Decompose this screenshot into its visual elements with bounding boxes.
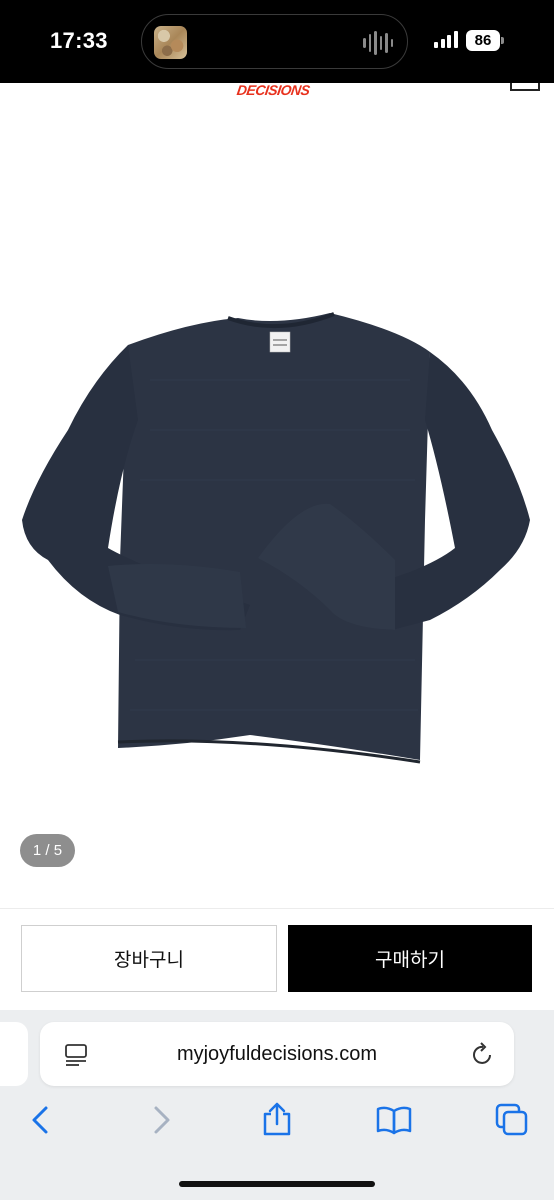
reload-icon[interactable]	[470, 1042, 496, 1068]
tabs-icon[interactable]	[494, 1102, 530, 1138]
audio-waveform-icon	[363, 30, 393, 56]
address-bar[interactable]: myjoyfuldecisions.com	[40, 1022, 514, 1086]
status-bar: 17:33 86	[0, 0, 554, 83]
image-counter: 1 / 5	[20, 834, 75, 867]
brand-logo[interactable]: DECISIONS	[236, 82, 311, 98]
bookmarks-icon[interactable]	[376, 1102, 412, 1138]
status-time: 17:33	[50, 28, 108, 53]
battery-icon: 86	[466, 30, 500, 51]
share-icon[interactable]	[259, 1102, 295, 1138]
battery-cap	[501, 37, 504, 44]
previous-tab-preview[interactable]	[0, 1022, 28, 1086]
add-to-cart-button[interactable]: 장바구니	[21, 925, 277, 992]
sweater-label-tag	[269, 331, 291, 353]
purchase-action-bar: 장바구니 구매하기	[0, 908, 554, 1010]
now-playing-artwork-icon	[154, 26, 187, 59]
cellular-signal-icon	[434, 31, 458, 48]
battery-level: 86	[474, 32, 492, 49]
forward-icon[interactable]	[142, 1102, 178, 1138]
back-icon[interactable]	[24, 1102, 60, 1138]
home-indicator[interactable]	[179, 1181, 375, 1187]
menu-icon[interactable]	[510, 83, 540, 91]
dynamic-island[interactable]	[141, 14, 408, 69]
product-photo[interactable]	[0, 290, 554, 790]
browser-toolbar: myjoyfuldecisions.com	[0, 1010, 554, 1200]
buy-now-button[interactable]: 구매하기	[288, 925, 532, 992]
url-text[interactable]: myjoyfuldecisions.com	[40, 1022, 514, 1086]
